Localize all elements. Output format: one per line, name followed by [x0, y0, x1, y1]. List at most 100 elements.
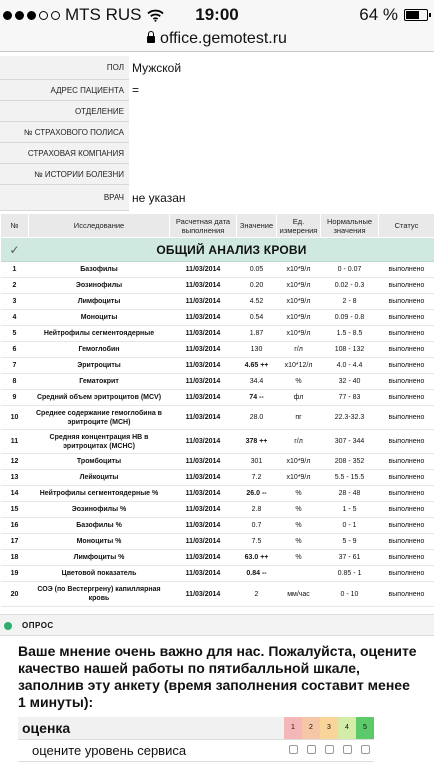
- test-date: 11/03/2014: [169, 517, 237, 534]
- test-unit: [276, 565, 321, 582]
- test-value: 63.0 ++: [236, 549, 277, 566]
- patient-field-value: [129, 143, 434, 164]
- url-domain: office.gemotest.ru: [160, 30, 287, 47]
- checkbox-icon[interactable]: [306, 744, 316, 754]
- battery-percent: 64 %: [359, 5, 398, 24]
- test-value: 7.5: [236, 533, 277, 550]
- rating-checkbox-5[interactable]: [356, 739, 374, 762]
- test-status: выполнено: [378, 357, 434, 374]
- row-number: 2: [0, 277, 29, 294]
- survey-label: ОПРОС: [22, 621, 54, 630]
- test-unit: %: [276, 549, 321, 566]
- row-number: 9: [0, 389, 29, 406]
- check-icon[interactable]: ✓: [0, 237, 29, 262]
- patient-field-row: № ИСТОРИИ БОЛЕЗНИ: [0, 164, 434, 185]
- patient-field-label: № ИСТОРИИ БОЛЕЗНИ: [0, 164, 129, 185]
- battery-icon: [404, 9, 431, 21]
- test-date: 11/03/2014: [169, 309, 237, 326]
- row-number: 13: [0, 469, 29, 486]
- test-value: 4.52: [236, 293, 277, 310]
- test-normal-range: 0 - 1: [320, 517, 379, 534]
- table-row: 5 Нейтрофилы сегментоядерные 11/03/2014 1.8…: [0, 325, 434, 342]
- test-status: выполнено: [378, 405, 434, 430]
- row-number: 15: [0, 501, 29, 518]
- col-header-num: №: [0, 213, 29, 238]
- test-unit: %: [276, 517, 321, 534]
- table-row: 14 Нейтрофилы сегментоядерные % 11/03/2014…: [0, 485, 434, 502]
- test-name: Эозинофилы %: [28, 501, 170, 518]
- patient-field-value: [129, 122, 434, 143]
- col-header-value: Значение: [236, 213, 277, 238]
- test-name: Лейкоциты: [28, 469, 170, 486]
- row-number: 17: [0, 533, 29, 550]
- rating-checkbox-4[interactable]: [338, 739, 356, 762]
- test-value: 2: [236, 581, 277, 607]
- test-normal-range: 28 - 48: [320, 485, 379, 502]
- test-name: Средняя концентрация НВ в эритроцитах (М…: [28, 429, 170, 454]
- test-value: 1.87: [236, 325, 277, 342]
- test-status: выполнено: [378, 549, 434, 566]
- table-row: 17 Моноциты % 11/03/2014 7.5% 5 - 9 выполнено: [0, 533, 434, 550]
- table-row: 15 Эозинофилы % 11/03/2014 2.8% 1 - 5 выполне…: [0, 501, 434, 518]
- test-name: Гемоглобин: [28, 341, 170, 358]
- survey-icon: [4, 622, 12, 630]
- rating-checkbox-1[interactable]: [284, 739, 302, 762]
- table-header-row: № Исследование Расчетная дата выполнения…: [0, 213, 434, 238]
- test-normal-range: 37 - 61: [320, 549, 379, 566]
- table-row: 7 Эритроциты 11/03/2014 4.65 ++ x10*12/л 4.0 …: [0, 357, 434, 374]
- checkbox-icon[interactable]: [360, 744, 370, 754]
- patient-field-label: ОТДЕЛЕНИЕ: [0, 101, 129, 122]
- test-unit: x10*9/л: [276, 309, 321, 326]
- rating-table: оценка 12345 оцените уровень сервиса: [18, 717, 374, 762]
- patient-field-label: ПОЛ: [0, 56, 129, 80]
- address-bar[interactable]: office.gemotest.ru: [0, 30, 434, 52]
- rating-score-5: 5: [356, 717, 374, 740]
- test-date: 11/03/2014: [169, 453, 237, 470]
- test-normal-range: 0.85 - 1: [320, 565, 379, 582]
- test-date: 11/03/2014: [169, 549, 237, 566]
- checkbox-icon[interactable]: [324, 744, 334, 754]
- test-value: 0.05: [236, 261, 277, 278]
- test-status: выполнено: [378, 373, 434, 390]
- test-unit: г/л: [276, 429, 321, 454]
- table-row: 11 Средняя концентрация НВ в эритроцитах …: [0, 429, 434, 454]
- patient-field-row: ПОЛ Мужской: [0, 56, 434, 80]
- test-normal-range: 5.5 - 15.5: [320, 469, 379, 486]
- patient-field-label: СТРАХОВАЯ КОМПАНИЯ: [0, 143, 129, 164]
- table-row: 6 Гемоглобин 11/03/2014 130 г/л 108 - 132 выпо…: [0, 341, 434, 358]
- test-date: 11/03/2014: [169, 565, 237, 582]
- rating-checkbox-2[interactable]: [302, 739, 320, 762]
- test-name: Базофилы: [28, 261, 170, 278]
- col-header-test: Исследование: [28, 213, 170, 238]
- patient-field-row: ВРАЧ не указан: [0, 185, 434, 211]
- test-unit: x10*9/л: [276, 325, 321, 342]
- test-status: выполнено: [378, 341, 434, 358]
- battery-status: 64 %: [359, 5, 431, 25]
- patient-field-value: не указан: [129, 185, 434, 211]
- patient-field-value: [129, 164, 434, 185]
- test-unit: %: [276, 485, 321, 502]
- rating-score-2: 2: [302, 717, 320, 740]
- section-title: ОБЩИЙ АНАЛИЗ КРОВИ: [28, 237, 434, 262]
- patient-field-label: ВРАЧ: [0, 185, 129, 211]
- checkbox-icon[interactable]: [288, 744, 298, 754]
- table-row: 10 Среднее содержание гемоглобина в эритр…: [0, 405, 434, 430]
- checkbox-icon[interactable]: [342, 744, 352, 754]
- results-table: № Исследование Расчетная дата выполнения…: [0, 213, 434, 607]
- rating-row: оцените уровень сервиса: [18, 739, 374, 762]
- rating-title: оценка: [18, 717, 284, 740]
- test-name: Моноциты: [28, 309, 170, 326]
- patient-field-row: АДРЕС ПАЦИЕНТА =: [0, 80, 434, 101]
- survey-header: ОПРОС: [0, 614, 434, 636]
- test-status: выполнено: [378, 277, 434, 294]
- test-status: выполнено: [378, 389, 434, 406]
- rating-checkbox-3[interactable]: [320, 739, 338, 762]
- test-unit: %: [276, 501, 321, 518]
- test-normal-range: 0.09 - 0.8: [320, 309, 379, 326]
- test-date: 11/03/2014: [169, 293, 237, 310]
- test-normal-range: 5 - 9: [320, 533, 379, 550]
- test-normal-range: 0 - 10: [320, 581, 379, 607]
- row-number: 12: [0, 453, 29, 470]
- rating-score-1: 1: [284, 717, 302, 740]
- test-value: 0.84 --: [236, 565, 277, 582]
